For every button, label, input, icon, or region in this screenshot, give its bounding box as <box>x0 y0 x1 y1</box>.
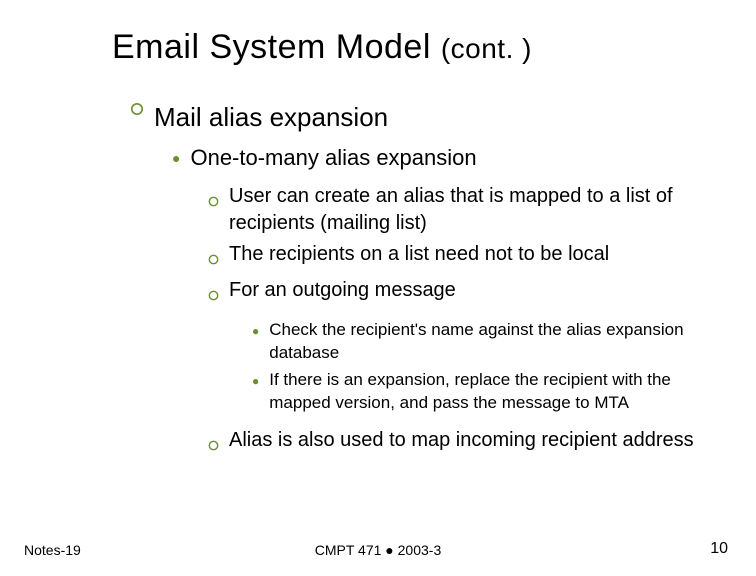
disc-icon: ● <box>172 149 180 168</box>
disc-icon: ● <box>252 323 259 339</box>
lvl3-after-text: Alias is also used to map incoming recip… <box>229 427 716 454</box>
open-circle-icon <box>208 432 219 459</box>
bullet-lvl3: User can create an alias that is mapped … <box>208 183 716 237</box>
title-cont: (cont. ) <box>441 33 532 64</box>
lvl2-text: One-to-many alias expansion <box>190 143 716 173</box>
open-circle-icon <box>208 246 219 273</box>
bullet-lvl3: For an outgoing message <box>208 277 716 309</box>
lvl3-text-1: The recipients on a list need not to be … <box>229 241 716 268</box>
bullet-lvl4: ● Check the recipient's name against the… <box>252 319 716 365</box>
page-number: 10 <box>710 540 728 558</box>
lvl4-text-1: If there is an expansion, replace the re… <box>269 369 716 415</box>
bullet-lvl4: ● If there is an expansion, replace the … <box>252 369 716 415</box>
open-circle-icon <box>130 102 144 116</box>
footer-center: CMPT 471 ● 2003-3 <box>0 542 756 558</box>
bullet-lvl3: The recipients on a list need not to be … <box>208 241 716 273</box>
lvl3-text-2: For an outgoing message <box>229 277 716 304</box>
open-circle-icon <box>208 282 219 309</box>
lvl1-text: Mail alias expansion <box>154 100 716 135</box>
lvl4-block: ● Check the recipient's name against the… <box>130 319 716 415</box>
open-circle-icon <box>208 188 219 215</box>
slide-content: Mail alias expansion ● One-to-many alias… <box>130 100 716 463</box>
lvl3-text-0: User can create an alias that is mapped … <box>229 183 716 237</box>
disc-icon: ● <box>252 373 259 389</box>
bullet-lvl3: Alias is also used to map incoming recip… <box>208 427 716 459</box>
bullet-lvl1: Mail alias expansion <box>130 100 716 135</box>
slide: Email System Model (cont. ) Mail alias e… <box>0 0 756 576</box>
lvl4-text-0: Check the recipient's name against the a… <box>269 319 716 365</box>
title-main: Email System Model <box>112 28 441 66</box>
bullet-lvl2: ● One-to-many alias expansion <box>172 143 716 173</box>
slide-title: Email System Model (cont. ) <box>112 28 532 67</box>
